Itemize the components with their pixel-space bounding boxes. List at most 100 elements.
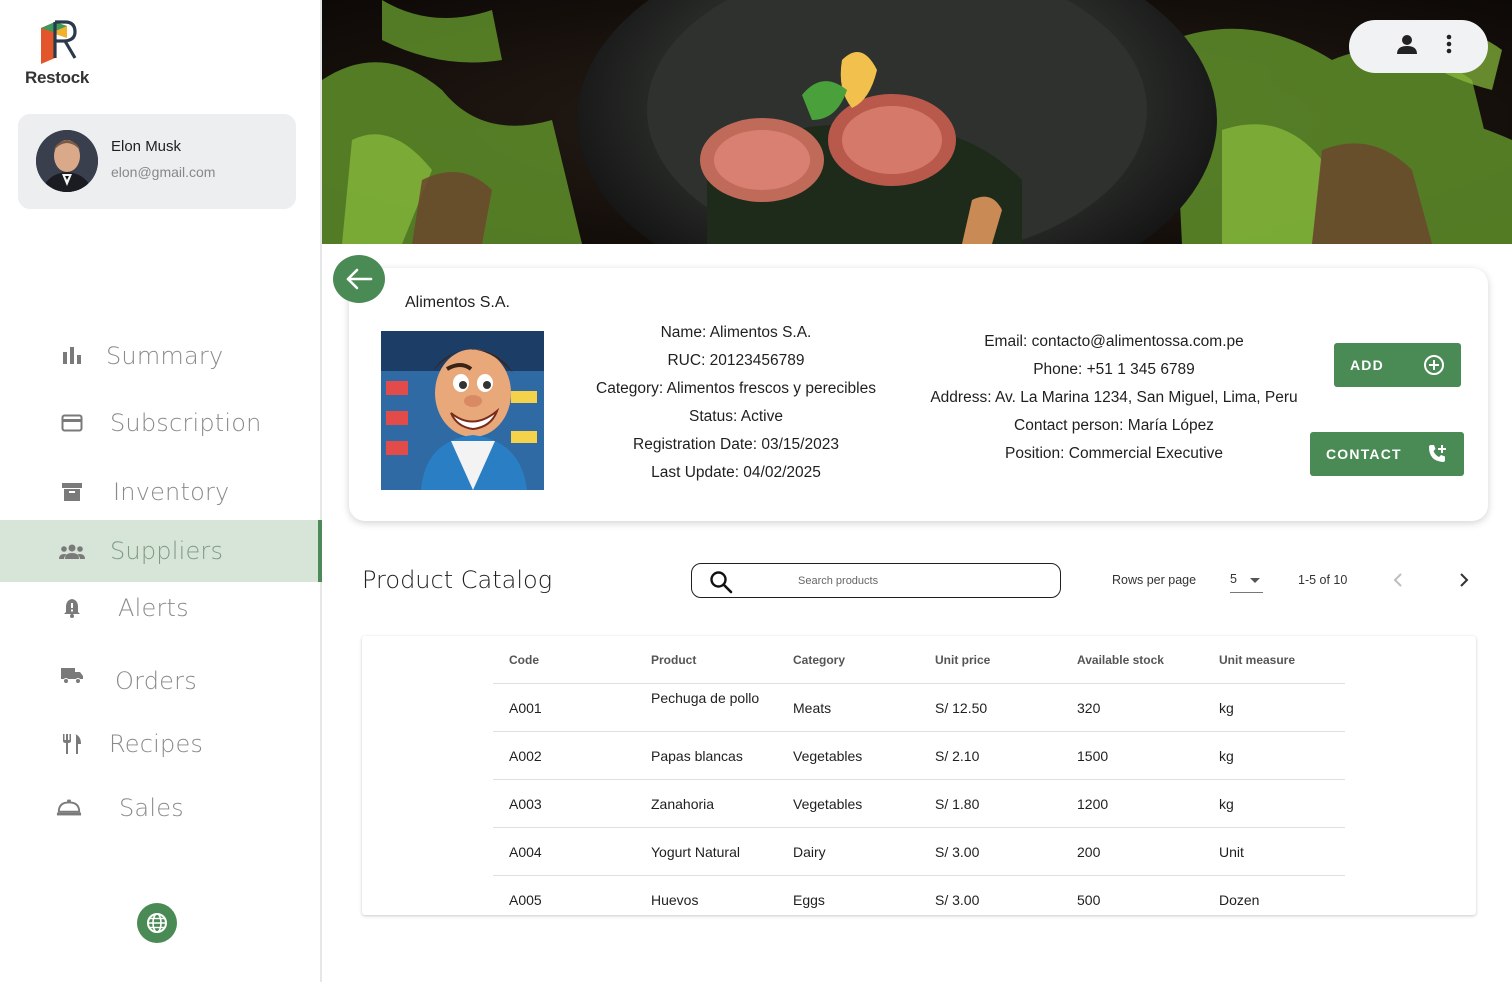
cell-product: Yogurt Natural — [651, 844, 740, 860]
column-header-available-stock[interactable]: Available stock — [1077, 653, 1164, 667]
page-range: 1-5 of 10 — [1298, 573, 1348, 587]
cell-available-stock: 1500 — [1077, 748, 1109, 764]
search-placeholder: Search products — [798, 575, 879, 587]
cell-category: Vegetables — [793, 748, 863, 764]
nav-label-recipes: Recipes — [109, 730, 204, 758]
chevron-left-icon — [1393, 573, 1402, 587]
cell-unit-price: S/ 2.10 — [935, 748, 980, 764]
add-button-label: ADD — [1350, 357, 1384, 373]
contact-button[interactable]: CONTACT — [1310, 432, 1464, 476]
globe-icon — [147, 913, 167, 933]
cell-available-stock: 320 — [1077, 700, 1101, 716]
app-name: Restock — [24, 68, 90, 87]
nav-item-alerts[interactable]: Alerts — [0, 577, 322, 639]
cell-category: Dairy — [793, 844, 826, 860]
rows-per-page-select[interactable]: 5 — [1230, 570, 1263, 593]
supplier-email: Email: contacto@alimentossa.com.pe — [984, 333, 1244, 350]
nav-item-subscription[interactable]: Subscription — [0, 392, 322, 454]
supplier-ruc: RUC: 20123456789 — [667, 352, 805, 369]
supplier-details: Name: Alimentos S.A. RUC: 20123456789 Ca… — [581, 319, 891, 487]
rows-per-page-label: Rows per page — [1112, 573, 1197, 587]
sidebar: Restock Elon Musk elon@gmail.com Summary… — [0, 0, 322, 982]
product-search-input[interactable]: Search products — [691, 563, 1061, 598]
nav-item-sales[interactable]: Sales — [0, 777, 322, 839]
nav-item-inventory[interactable]: Inventory — [0, 461, 322, 523]
column-header-product[interactable]: Product — [651, 653, 769, 667]
cell-unit-price: S/ 3.00 — [935, 892, 980, 908]
column-header-unit-measure[interactable]: Unit measure — [1219, 653, 1295, 667]
nav-label-sales: Sales — [119, 794, 184, 822]
table-header: Code Product Category Unit price Availab… — [493, 636, 1345, 684]
truck-icon — [59, 662, 85, 688]
user-card[interactable]: Elon Musk elon@gmail.com — [18, 114, 296, 209]
supplier-contact-person: Contact person: María López — [1014, 417, 1214, 434]
back-button[interactable] — [333, 255, 385, 303]
cell-unit-measure: kg — [1219, 700, 1234, 716]
table-row[interactable]: A001 Pechuga de pollo Meats S/ 12.50 320… — [493, 684, 1345, 732]
add-button[interactable]: ADD — [1334, 343, 1461, 387]
nav-label-summary: Summary — [106, 342, 224, 370]
supplier-registration-date: Registration Date: 03/15/2023 — [633, 436, 839, 453]
add-circle-icon — [1424, 355, 1444, 375]
app-logo[interactable]: Restock — [22, 18, 92, 88]
archive-box-icon — [59, 479, 85, 505]
user-email: elon@gmail.com — [111, 164, 216, 180]
column-header-unit-price[interactable]: Unit price — [935, 653, 990, 667]
credit-card-icon — [59, 410, 85, 436]
cell-category: Meats — [793, 700, 832, 716]
supplier-contact-details: Email: contacto@alimentossa.com.pe Phone… — [919, 328, 1309, 468]
cell-unit-price: S/ 12.50 — [935, 700, 988, 716]
caret-down-icon — [1250, 578, 1260, 583]
nav-label-suppliers: Suppliers — [110, 537, 224, 565]
cell-product: Papas blancas — [651, 748, 743, 764]
cell-code: A004 — [509, 844, 542, 860]
cell-available-stock: 500 — [1077, 892, 1101, 908]
next-page-button[interactable] — [1456, 570, 1472, 595]
add-call-icon — [1429, 445, 1446, 462]
cell-code: A003 — [509, 796, 542, 812]
nav-item-recipes[interactable]: Recipes — [0, 713, 322, 775]
supplier-last-update: Last Update: 04/02/2025 — [651, 464, 821, 481]
catalog-title: Product Catalog — [362, 566, 553, 594]
nav-item-suppliers[interactable]: Suppliers — [0, 520, 322, 582]
nav-label-subscription: Subscription — [110, 409, 262, 437]
avatar — [36, 130, 98, 192]
table-row[interactable]: A002 Papas blancas Vegetables S/ 2.10 15… — [493, 732, 1345, 780]
cell-product: Huevos — [651, 892, 699, 908]
utensils-icon — [59, 731, 85, 757]
supplier-address: Address: Av. La Marina 1234, San Miguel,… — [930, 389, 1298, 406]
column-header-code[interactable]: Code — [509, 653, 539, 667]
cell-product: Pechuga de pollo — [651, 690, 760, 706]
previous-page-button[interactable] — [1390, 570, 1406, 595]
supplier-position: Position: Commercial Executive — [1005, 445, 1223, 462]
cell-unit-measure: kg — [1219, 796, 1234, 812]
cell-category: Vegetables — [793, 796, 863, 812]
restock-logo-icon — [41, 20, 77, 64]
cell-category: Eggs — [793, 892, 825, 908]
cell-code: A005 — [509, 892, 542, 908]
cell-unit-measure: Dozen — [1219, 892, 1260, 908]
nav-item-orders[interactable]: Orders — [0, 650, 322, 712]
language-button[interactable] — [137, 903, 177, 943]
user-name: Elon Musk — [111, 138, 182, 155]
supplier-name: Name: Alimentos S.A. — [660, 324, 812, 341]
table-row[interactable]: A005 Huevos Eggs S/ 3.00 500 Dozen — [493, 876, 1345, 915]
bell-icon — [59, 595, 85, 621]
more-vertical-icon[interactable] — [1445, 33, 1453, 60]
search-icon — [710, 571, 733, 594]
rows-per-page-value: 5 — [1230, 572, 1237, 586]
account-icon[interactable] — [1396, 33, 1418, 60]
supplier-card: Alimentos S.A. Name: Alimentos S.A. RUC:… — [349, 268, 1488, 521]
nav-item-summary[interactable]: Summary — [0, 325, 322, 387]
cell-unit-price: S/ 3.00 — [935, 844, 980, 860]
group-icon — [59, 538, 85, 564]
supplier-title: Alimentos S.A. — [405, 294, 510, 311]
bar-chart-icon — [59, 343, 85, 369]
nav-label-inventory: Inventory — [113, 478, 230, 506]
table-row[interactable]: A004 Yogurt Natural Dairy S/ 3.00 200 Un… — [493, 828, 1345, 876]
cell-product: Zanahoria — [651, 796, 715, 812]
table-row[interactable]: A003 Zanahoria Vegetables S/ 1.80 1200 k… — [493, 780, 1345, 828]
contact-button-label: CONTACT — [1326, 446, 1402, 462]
column-header-category[interactable]: Category — [793, 653, 845, 667]
cell-unit-measure: Unit — [1219, 844, 1244, 860]
